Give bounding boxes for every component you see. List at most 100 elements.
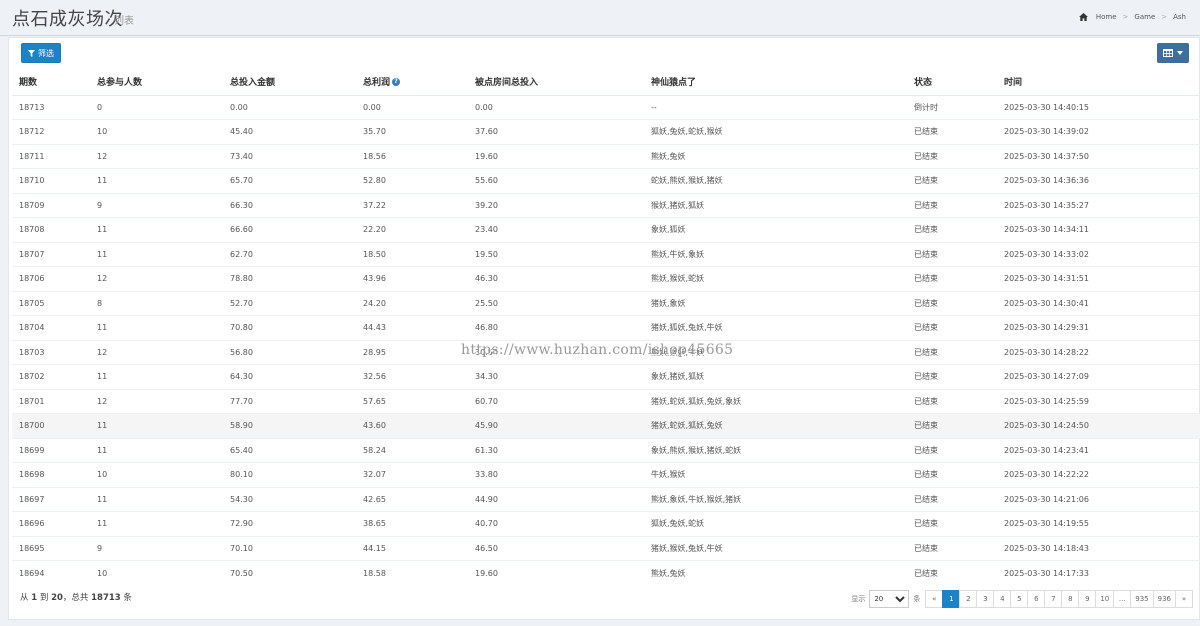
cell-time: 2025-03-30 14:27:09 [997,364,1200,389]
filter-button[interactable]: 筛选 [21,43,61,63]
table-row: 18700 11 58.90 43.60 45.90 猪妖,蛇妖,狐妖,兔妖 已结束 2025… [12,413,1200,438]
table-body: 18713 0 0.00 0.00 0.00 -- 倒计时 2025-03-30 14:40:… [12,94,1200,585]
cell-clicked-monsters: 熊妖,象妖,牛妖,猴妖,猪妖 [644,486,907,512]
table-row: 18707 11 62.70 18.50 19.50 熊妖,牛妖,象妖 已结束 2025-03… [12,241,1200,267]
column-header-total-profit[interactable]: 总利润? [356,68,468,96]
cell-time: 2025-03-30 14:28:22 [997,339,1200,365]
question-circle-icon[interactable]: ? [392,78,401,87]
cell-status: 已结束 [907,241,997,267]
cell-clicked-monsters: 熊妖,牛妖,象妖 [644,241,907,267]
page-link[interactable]: 1 [942,590,961,608]
cell-clicked-room-investment: 46.50 [468,535,644,561]
cell-status: 已结束 [907,364,997,389]
page-link[interactable]: 5 [1010,590,1029,608]
page-link[interactable]: 8 [1061,590,1080,608]
column-header-participants[interactable]: 总参与人数 [90,68,223,96]
cell-period: 18709 [12,192,90,218]
cell-status: 已结束 [907,388,997,414]
page-link[interactable]: 2 [959,590,978,608]
table-row: 18712 10 45.40 35.70 37.60 狐妖,兔妖,蛇妖,猴妖 已结束 2025… [12,119,1200,144]
cell-participants: 11 [90,168,223,193]
cell-status: 已结束 [907,511,997,536]
cell-period: 18705 [12,290,90,316]
cell-clicked-room-investment: 0.00 [468,94,644,120]
cell-time: 2025-03-30 14:22:22 [997,462,1200,487]
page-link[interactable]: 9 [1078,590,1097,608]
summary-text: 条 [123,593,132,603]
filter-icon [28,49,35,57]
cell-time: 2025-03-30 14:36:36 [997,168,1200,193]
columns-toggle-button[interactable] [1157,43,1189,63]
cell-clicked-room-investment: 19.50 [468,241,644,267]
column-header-total-profit-label: 总利润 [363,77,391,88]
cell-total-profit: 43.96 [356,266,468,291]
page-link[interactable]: 6 [1027,590,1046,608]
cell-time: 2025-03-30 14:35:27 [997,192,1200,218]
table-row: 18709 9 66.30 37.22 39.20 猴妖,猪妖,狐妖 已结束 2025-03-… [12,192,1200,218]
column-header-status[interactable]: 状态 [907,68,997,96]
columns-icon [1163,49,1173,57]
page-link[interactable]: 4 [993,590,1012,608]
rounds-table: 期数 总参与人数 总投入金额 总利润? 被点房间总投入 神仙猿点了 状态 时间 … [12,68,1200,585]
cell-period: 18712 [12,119,90,144]
cell-total-investment: 65.40 [223,437,356,463]
column-header-time[interactable]: 时间 [997,68,1200,96]
cell-clicked-room-investment: 25.50 [468,290,644,316]
cell-total-profit: 38.65 [356,511,468,536]
cell-clicked-monsters: 猪妖,蛇妖,狐妖,兔妖,象妖 [644,388,907,414]
cell-total-investment: 72.90 [223,511,356,536]
cell-clicked-room-investment: 46.30 [468,266,644,291]
cell-participants: 12 [90,143,223,169]
breadcrumb-home[interactable]: Home [1096,13,1117,21]
cell-clicked-room-investment: 34.30 [468,364,644,389]
column-header-clicked-room-investment[interactable]: 被点房间总投入 [468,68,644,96]
summary-text: 到 [39,593,49,603]
cell-participants: 11 [90,486,223,512]
cell-participants: 9 [90,192,223,218]
cell-time: 2025-03-30 14:21:06 [997,486,1200,512]
page-link[interactable]: 10 [1095,590,1115,608]
cell-status: 已结束 [907,462,997,487]
cell-total-profit: 43.60 [356,413,468,438]
breadcrumb-ash: Ash [1173,13,1186,21]
column-header-total-investment[interactable]: 总投入金额 [223,68,356,96]
cell-time: 2025-03-30 14:33:02 [997,241,1200,267]
prev-page-button[interactable]: « [925,590,944,608]
page-size-label: 显示 [851,595,866,603]
cell-total-investment: 77.70 [223,388,356,414]
table-row: 18699 11 65.40 58.24 61.30 象妖,熊妖,猴妖,猪妖,蛇妖 已结束 2… [12,437,1200,463]
page-link[interactable]: 935 [1130,590,1154,608]
cell-clicked-monsters: 狐妖,兔妖,蛇妖,猴妖 [644,119,907,144]
page-link[interactable]: 3 [976,590,995,608]
cell-clicked-room-investment: 19.60 [468,560,644,585]
cell-time: 2025-03-30 14:17:33 [997,560,1200,585]
table-header-row: 期数 总参与人数 总投入金额 总利润? 被点房间总投入 神仙猿点了 状态 时间 [12,68,1200,96]
cell-participants: 11 [90,413,223,438]
cell-status: 已结束 [907,437,997,463]
cell-total-profit: 32.07 [356,462,468,487]
page-ellipsis: ... [1113,590,1132,608]
column-header-clicked-monsters[interactable]: 神仙猿点了 [644,68,907,96]
cell-time: 2025-03-30 14:24:50 [997,413,1200,438]
cell-clicked-monsters: 猪妖,狐妖,兔妖,牛妖 [644,315,907,340]
page-link[interactable]: 7 [1044,590,1063,608]
page-size-select[interactable]: 20 [869,590,910,608]
breadcrumb-game[interactable]: Game [1134,13,1155,21]
table-row: 18696 11 72.90 38.65 40.70 狐妖,兔妖,蛇妖 已结束 2025-03… [12,511,1200,536]
cell-total-profit: 0.00 [356,94,468,120]
cell-status: 已结束 [907,315,997,340]
cell-total-investment: 56.80 [223,339,356,365]
cell-total-investment: 62.70 [223,241,356,267]
table-row: 18708 11 66.60 22.20 23.40 象妖,狐妖 已结束 2025-03-30… [12,217,1200,242]
cell-clicked-monsters: 熊妖,猴妖,蛇妖 [644,266,907,291]
cell-status: 已结束 [907,339,997,365]
cell-status: 已结束 [907,168,997,193]
cell-clicked-room-investment: 55.60 [468,168,644,193]
next-page-button[interactable]: » [1175,590,1193,608]
table-row: 18697 11 54.30 42.65 44.90 熊妖,象妖,牛妖,猴妖,猪妖 已结束 2… [12,486,1200,512]
page-link[interactable]: 936 [1152,590,1176,608]
cell-period: 18699 [12,437,90,463]
table-row: 18703 12 56.80 28.95 30.50 熊妖,猴妖,牛妖 已结束 2025-03… [12,339,1200,365]
cell-clicked-monsters: 牛妖,猴妖 [644,462,907,487]
column-header-period[interactable]: 期数 [12,68,90,96]
